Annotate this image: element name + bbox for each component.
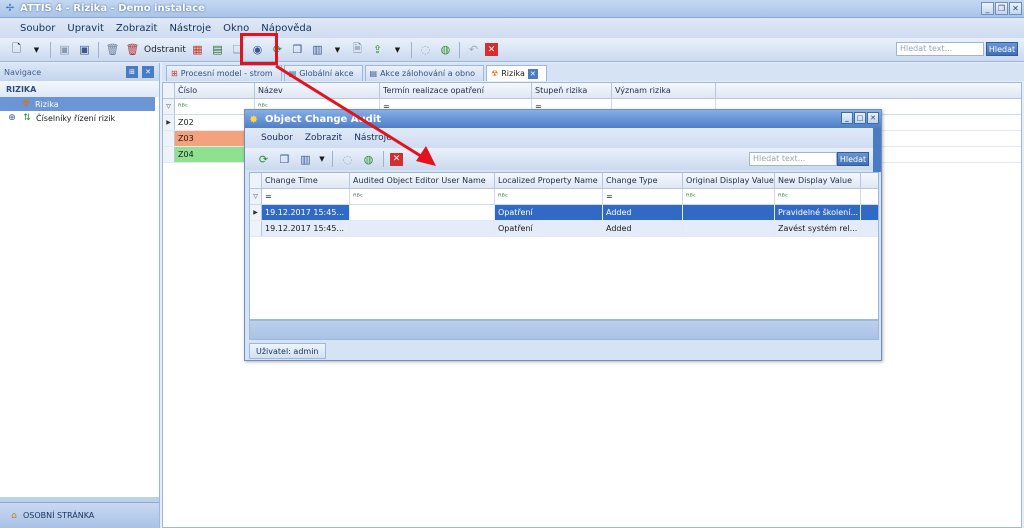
annotation-arrow [275,64,436,166]
